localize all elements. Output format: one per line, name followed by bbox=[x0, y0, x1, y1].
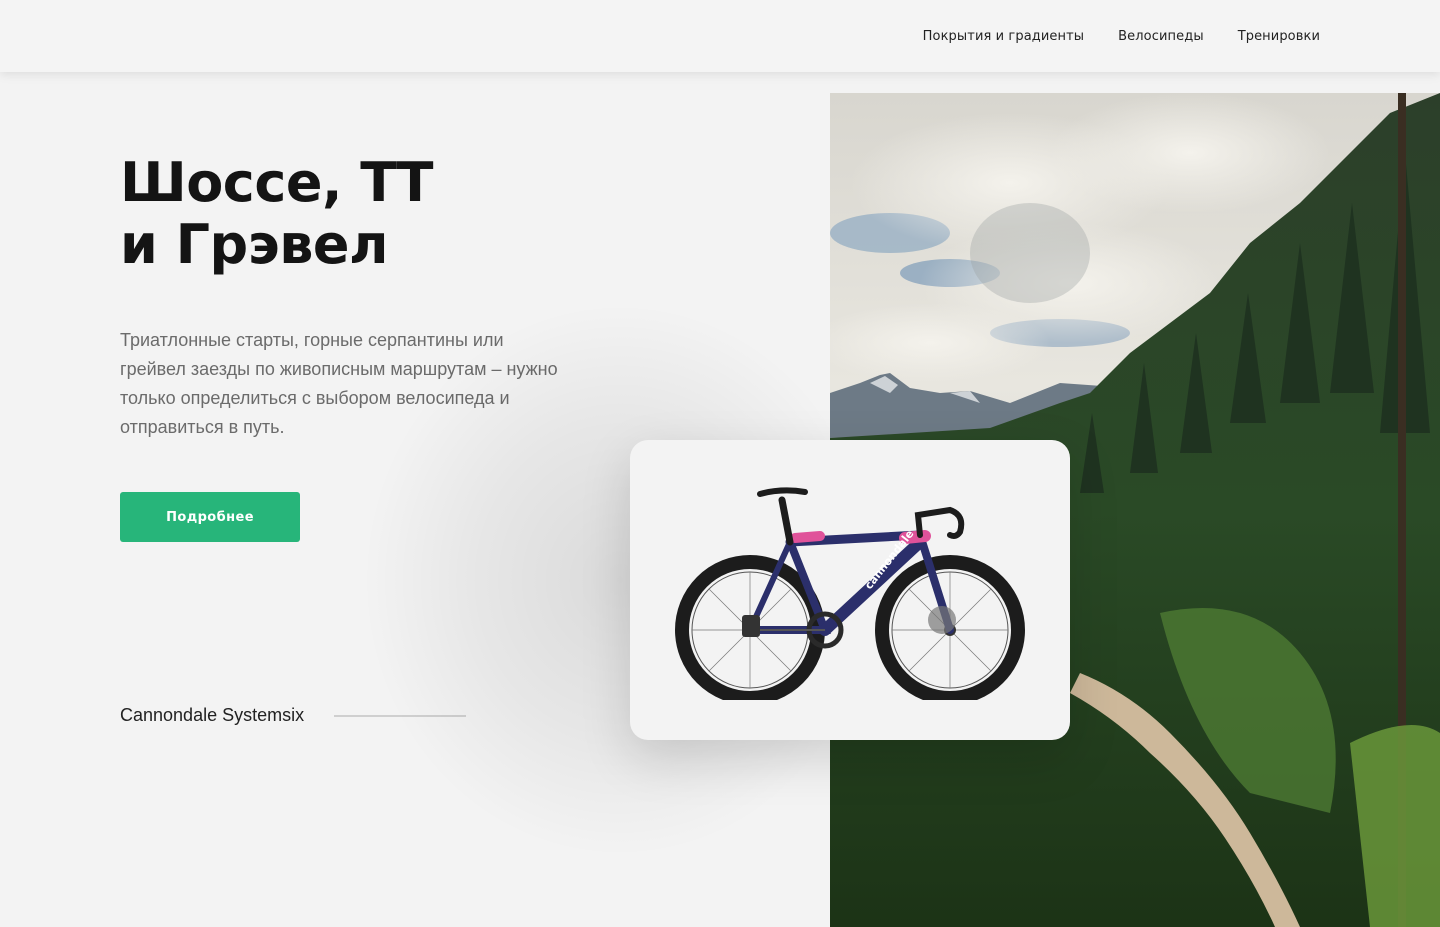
details-button[interactable]: Подробнее bbox=[120, 492, 300, 542]
nav-link-trainings[interactable]: Тренировки bbox=[1238, 29, 1320, 44]
bicycle-image: cannondale bbox=[675, 487, 1025, 700]
product-card[interactable]: cannondale bbox=[630, 440, 1070, 740]
nav-link-coatings[interactable]: Покрытия и градиенты bbox=[923, 29, 1084, 44]
site-header: Покрытия и градиенты Велосипеды Трениров… bbox=[0, 0, 1440, 72]
hero-title: Шоссе, ТТ и Грэвел bbox=[120, 151, 433, 276]
main-nav: Покрытия и градиенты Велосипеды Трениров… bbox=[923, 0, 1320, 72]
nav-link-bicycles[interactable]: Велосипеды bbox=[1118, 29, 1204, 44]
model-name: Cannondale Systemsix bbox=[120, 705, 305, 725]
